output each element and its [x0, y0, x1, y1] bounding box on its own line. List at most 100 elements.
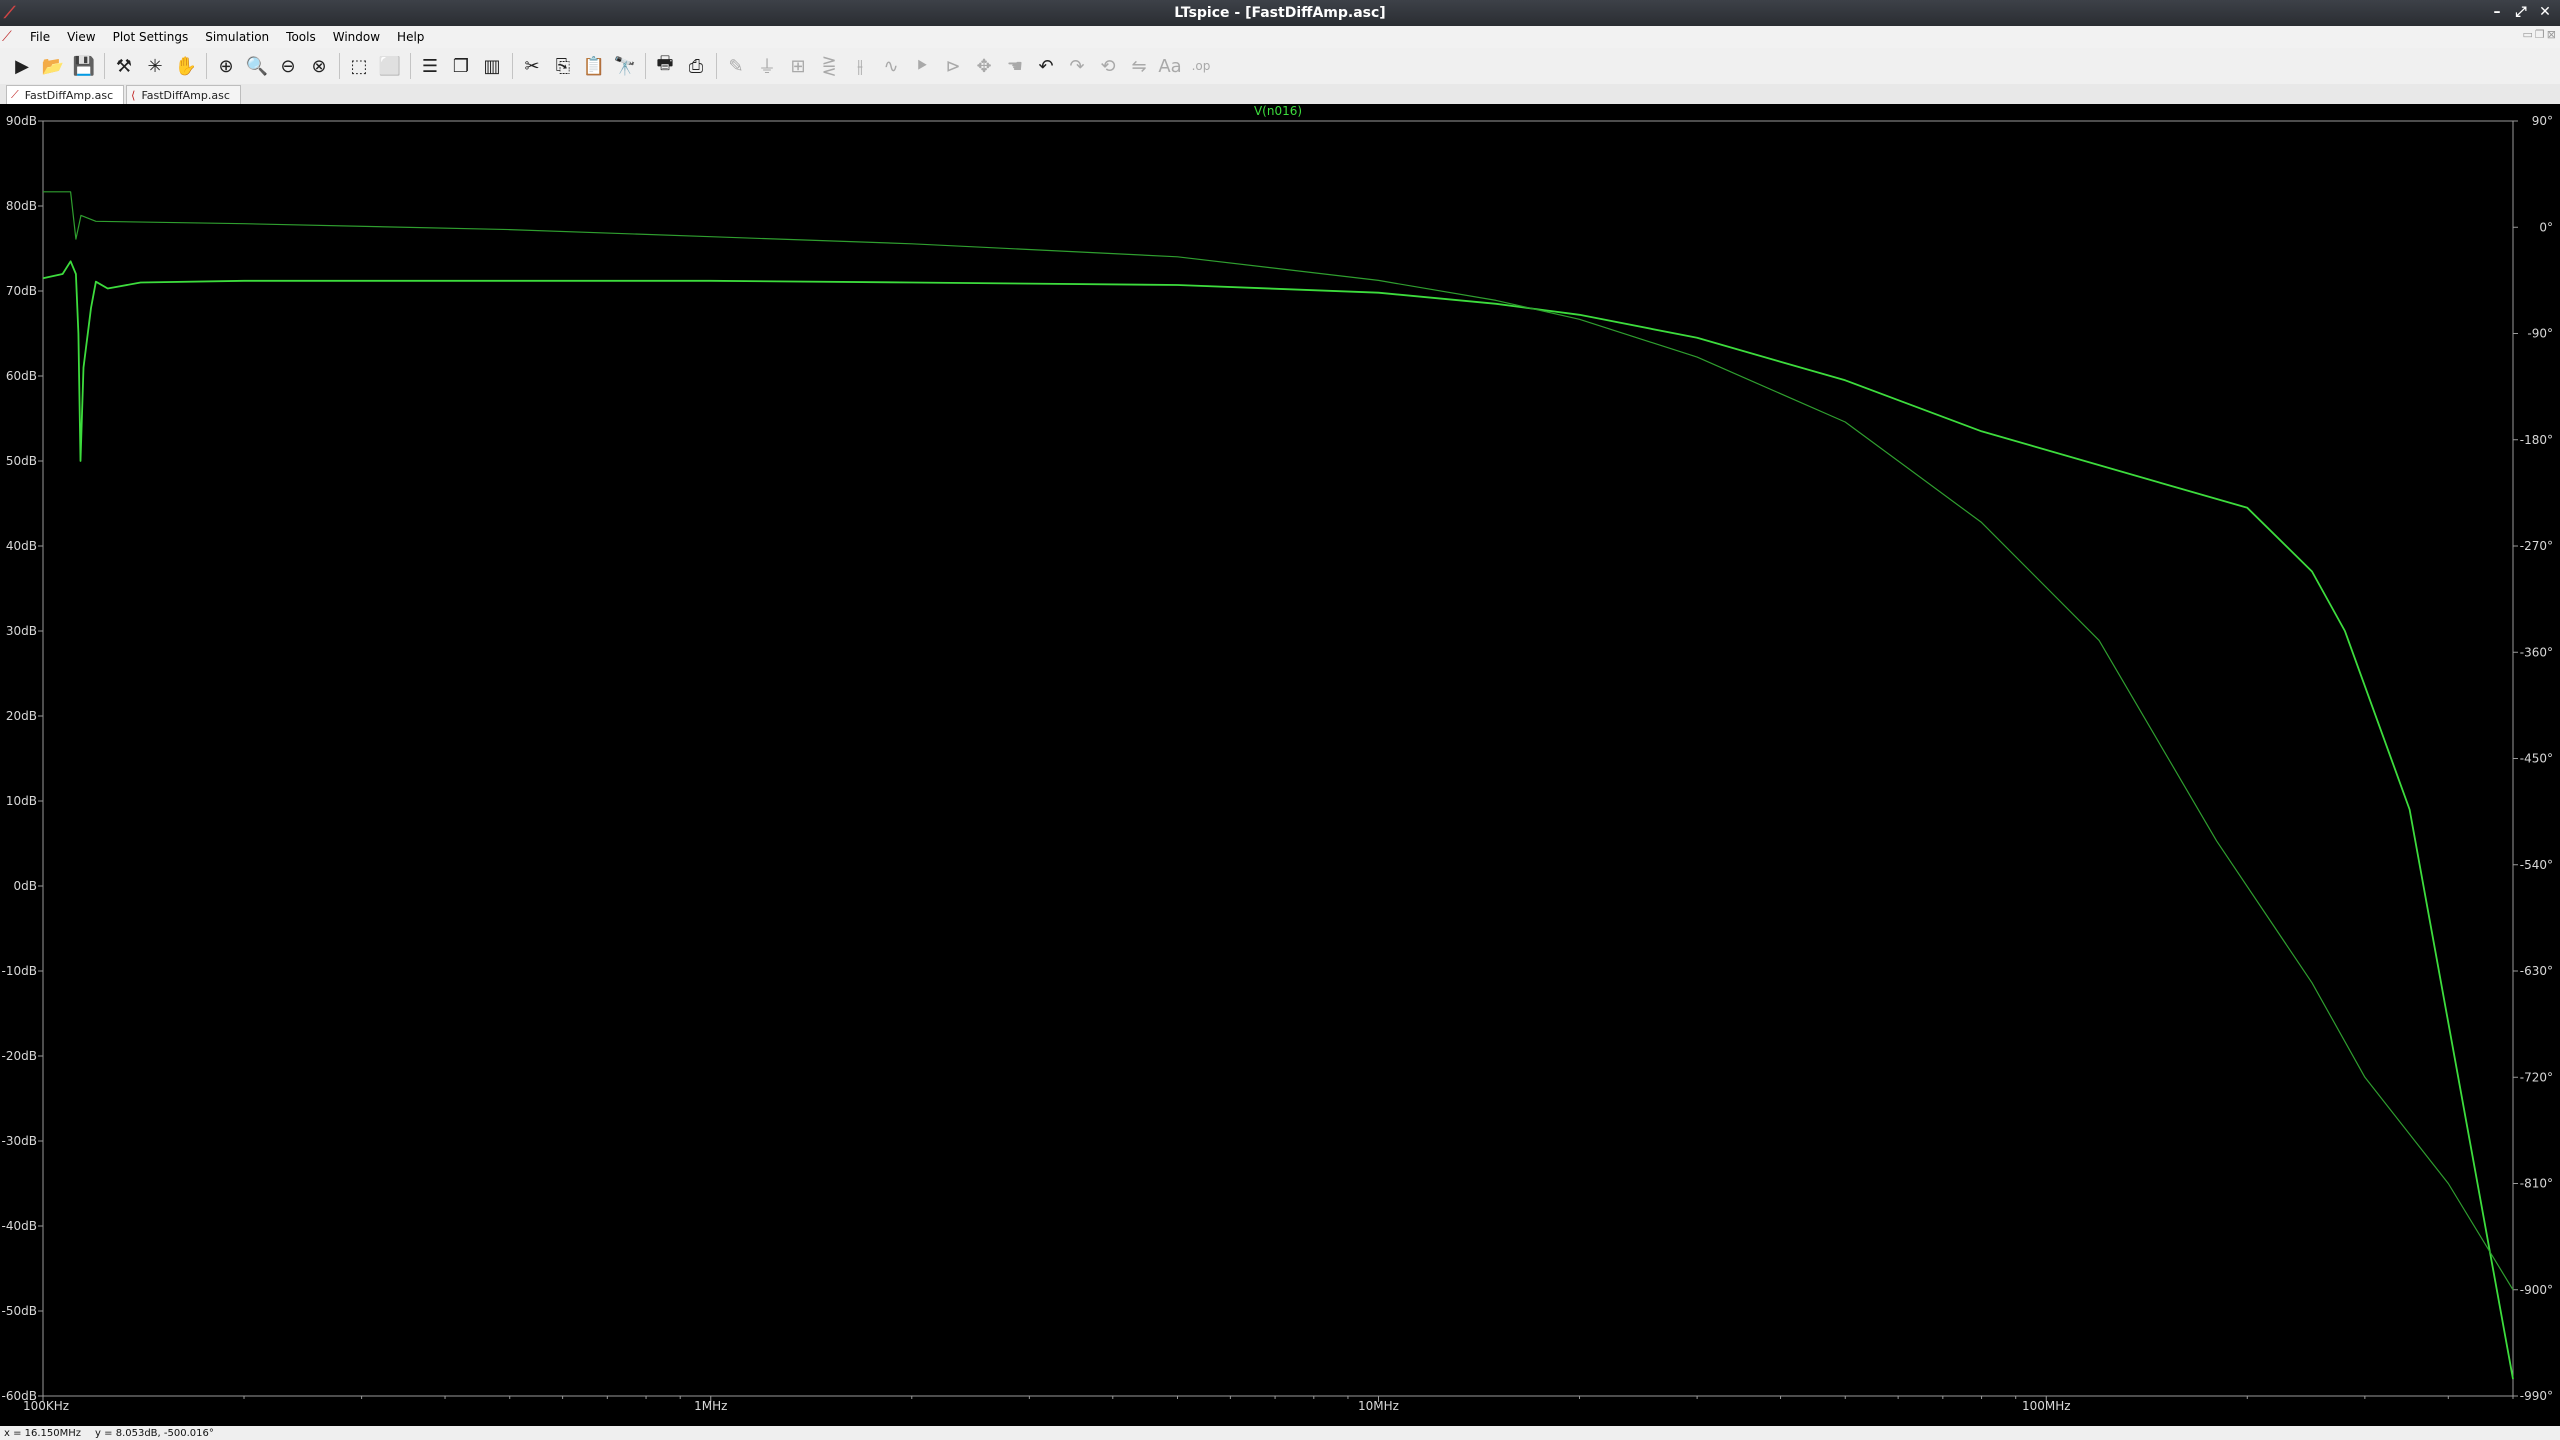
- open-icon[interactable]: 📂: [39, 52, 67, 80]
- spice-directive-icon[interactable]: .op: [1187, 52, 1215, 80]
- tile-horizontal-icon[interactable]: ☰: [416, 52, 444, 80]
- doc-minimize-icon[interactable]: ▭: [2523, 28, 2533, 41]
- autorange-icon[interactable]: ⬚: [345, 52, 373, 80]
- rotate-icon[interactable]: ⟲: [1094, 52, 1122, 80]
- plot-frame: [42, 120, 2514, 1397]
- menu-window[interactable]: Window: [325, 30, 389, 44]
- y-tick-label: 20dB: [6, 709, 37, 723]
- minimize-icon[interactable]: –: [2488, 2, 2506, 22]
- draw-wire-icon[interactable]: ✎: [722, 52, 750, 80]
- mirror-icon[interactable]: ⇋: [1125, 52, 1153, 80]
- y-tick-label: -20dB: [2, 1049, 37, 1063]
- y-tick-label: 0dB: [14, 879, 37, 893]
- waveform-plot-pane[interactable]: V(n016) 90dB 80dB 70dB 60dB 50dB 40dB 30dB 20dB 1…: [0, 104, 2560, 1426]
- title-bar: ⟋ LTspice - [FastDiffAmp.asc] – ⤢ ✕: [0, 0, 2560, 26]
- doc-close-icon[interactable]: ⊠: [2547, 28, 2556, 41]
- y-tick-label: 50dB: [6, 454, 37, 468]
- close-icon[interactable]: ✕: [2536, 2, 2554, 22]
- menu-help[interactable]: Help: [389, 30, 433, 44]
- toolbar-separator: [512, 53, 513, 79]
- toolbar-separator: [645, 53, 646, 79]
- zoom-out-icon[interactable]: ⊖: [274, 52, 302, 80]
- schematic-file-icon: ⟋: [11, 88, 19, 101]
- y-tick-label: 60dB: [6, 369, 37, 383]
- y2-tick-label: -720°: [2520, 1070, 2553, 1084]
- doc-restore-icon[interactable]: ❐: [2535, 28, 2545, 41]
- ltspice-app-icon: ⟋: [4, 3, 16, 22]
- move-icon[interactable]: ✥: [970, 52, 998, 80]
- resistor-icon[interactable]: ⋛: [815, 52, 843, 80]
- y2-tick-label: -270°: [2520, 539, 2553, 553]
- x-tick-label: 10MHz: [1358, 1399, 1399, 1413]
- cursor-x-readout: x = 16.150MHz: [4, 1427, 82, 1439]
- y-tick-label: 80dB: [6, 199, 37, 213]
- maximize-icon[interactable]: ⤢: [2512, 2, 2530, 22]
- y2-tick-label: -360°: [2520, 645, 2553, 659]
- y2-tick-label: -630°: [2520, 964, 2553, 978]
- text-icon[interactable]: Aa: [1156, 52, 1184, 80]
- menu-simulation[interactable]: Simulation: [197, 30, 278, 44]
- toolbar-separator: [206, 53, 207, 79]
- y2-tick-label: -990°: [2520, 1389, 2553, 1403]
- y-tick-label: -10dB: [2, 964, 37, 978]
- toolbar-separator: [716, 53, 717, 79]
- zoom-cancel-icon[interactable]: ⊗: [305, 52, 333, 80]
- zoom-area-icon[interactable]: 🔍: [243, 52, 271, 80]
- find-icon[interactable]: 🔭: [611, 52, 639, 80]
- copy-icon[interactable]: ⎘: [549, 52, 577, 80]
- inductor-icon[interactable]: ∿: [877, 52, 905, 80]
- print-icon[interactable]: 🖶: [651, 52, 679, 80]
- menu-plot-settings[interactable]: Plot Settings: [105, 30, 198, 44]
- label-net-icon[interactable]: ⊞: [784, 52, 812, 80]
- menu-file[interactable]: File: [22, 30, 59, 44]
- tab-label: FastDiffAmp.asc: [24, 88, 114, 102]
- waveform-file-icon: ⟨: [131, 88, 136, 102]
- tab-schematic[interactable]: ⟋ FastDiffAmp.asc: [6, 85, 125, 104]
- window-controls: – ⤢ ✕: [2488, 2, 2554, 22]
- ground-icon[interactable]: ⏚: [753, 52, 781, 80]
- halt-icon[interactable]: ✳: [141, 52, 169, 80]
- x-tick-label: 100MHz: [2022, 1399, 2071, 1413]
- print-setup-icon[interactable]: ⎙: [682, 52, 710, 80]
- component-icon[interactable]: ⊳: [939, 52, 967, 80]
- y-tick-label: -30dB: [2, 1134, 37, 1148]
- y-tick-label: -50dB: [2, 1304, 37, 1318]
- trace-label: V(n016): [1254, 104, 1302, 118]
- y-tick-label: -40dB: [2, 1219, 37, 1233]
- bode-plot[interactable]: V(n016) 90dB 80dB 70dB 60dB 50dB 40dB 30dB 20dB 1…: [0, 104, 2560, 1426]
- y2-tick-label: -450°: [2520, 752, 2553, 766]
- save-icon[interactable]: 💾: [70, 52, 98, 80]
- redo-icon[interactable]: ↷: [1063, 52, 1091, 80]
- y2-tick-label: -90°: [2527, 327, 2553, 341]
- fit-icon[interactable]: ⬜: [376, 52, 404, 80]
- y-tick-label: 90dB: [6, 114, 37, 128]
- y-tick-label: 40dB: [6, 539, 37, 553]
- menu-tools[interactable]: Tools: [278, 30, 325, 44]
- zoom-in-icon[interactable]: ⊕: [212, 52, 240, 80]
- document-menu-icon[interactable]: ⟋: [2, 27, 22, 47]
- pan-hand-icon[interactable]: ✋: [172, 52, 200, 80]
- tab-waveform[interactable]: ⟨ FastDiffAmp.asc: [126, 85, 241, 104]
- phase-trace: [43, 191, 2514, 1291]
- cascade-icon[interactable]: ❐: [447, 52, 475, 80]
- undo-icon[interactable]: ↶: [1032, 52, 1060, 80]
- y-tick-label: 30dB: [6, 624, 37, 638]
- document-window-controls: ▭ ❐ ⊠: [2523, 28, 2557, 41]
- toolbar-separator: [410, 53, 411, 79]
- y2-tick-label: 0°: [2539, 220, 2553, 234]
- x-tick-label: 1MHz: [694, 1399, 727, 1413]
- document-tab-bar: ⟋ FastDiffAmp.asc ⟨ FastDiffAmp.asc: [0, 84, 2560, 104]
- y2-tick-label: -540°: [2520, 858, 2553, 872]
- x-tick-label: 100KHz: [23, 1399, 69, 1413]
- run-icon[interactable]: ▶: [8, 52, 36, 80]
- drag-icon[interactable]: ☚: [1001, 52, 1029, 80]
- tile-vertical-icon[interactable]: ▥: [478, 52, 506, 80]
- menu-view[interactable]: View: [59, 30, 104, 44]
- tab-label: FastDiffAmp.asc: [141, 88, 230, 102]
- paste-icon[interactable]: 📋: [580, 52, 608, 80]
- diode-icon[interactable]: ⯈: [908, 52, 936, 80]
- control-panel-icon[interactable]: ⚒: [110, 52, 138, 80]
- cut-icon[interactable]: ✂: [518, 52, 546, 80]
- capacitor-icon[interactable]: ⫲: [846, 52, 874, 80]
- toolbar-separator: [104, 53, 105, 79]
